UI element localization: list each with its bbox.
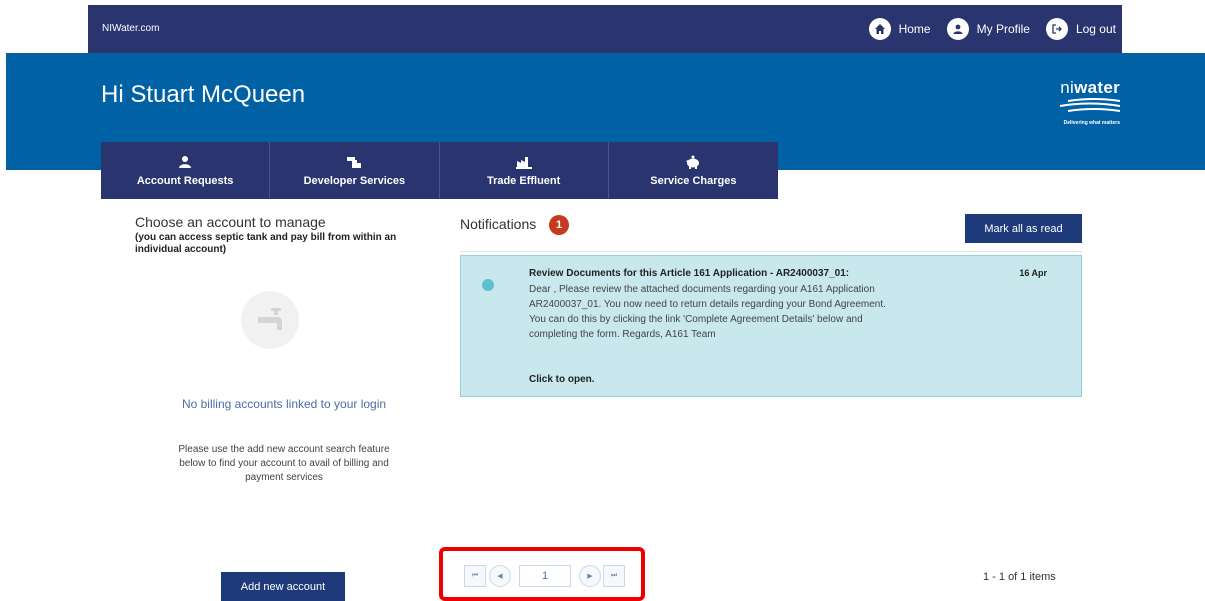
notifications-list: Review Documents for this Article 161 Ap… [460, 251, 1082, 594]
logout-label: Log out [1075, 22, 1116, 36]
no-accounts-message: No billing accounts linked to your login [181, 397, 387, 411]
logout-icon [1045, 18, 1068, 40]
services-nav: Account Requests Developer Services Trad… [101, 142, 778, 199]
pagination-summary: 1 - 1 of 1 items [983, 571, 1056, 583]
tab-trade-effluent-label: Trade Effluent [486, 174, 561, 187]
tap-icon [258, 308, 282, 330]
top-nav: Home My Profile Log out [868, 5, 1122, 53]
tab-account-requests-label: Account Requests [136, 174, 234, 187]
my-profile-label: My Profile [976, 22, 1030, 36]
pipe-icon [347, 156, 362, 168]
site-link[interactable]: NIWater.com [102, 5, 159, 53]
accounts-subtitle: (you can access septic tank and pay bill… [135, 232, 397, 255]
add-new-account-button[interactable]: Add new account [221, 572, 345, 601]
notification-open-link[interactable]: Click to open. [529, 374, 595, 385]
pagination-highlight-box [439, 547, 645, 601]
empty-accounts-graphic [241, 291, 299, 349]
niwater-logo[interactable]: niwater Delivering what matters [1040, 78, 1121, 126]
logo-waves-icon [1059, 98, 1121, 112]
top-bar: NIWater.com Home My Profile Log out [88, 5, 1122, 53]
tab-service-charges[interactable]: Service Charges [609, 142, 778, 199]
user-icon [179, 155, 192, 168]
tab-service-charges-label: Service Charges [650, 174, 737, 187]
notification-item[interactable]: Review Documents for this Article 161 Ap… [460, 255, 1082, 397]
home-link-label: Home [898, 22, 931, 36]
notification-body: Dear , Please review the attached docume… [529, 284, 886, 340]
notifications-count-badge: 1 [549, 215, 569, 235]
logo-wordmark: niwater [1060, 78, 1120, 97]
no-accounts-hint: Please use the add new account search fe… [178, 444, 390, 483]
greeting: Hi Stuart McQueen [101, 81, 306, 108]
my-profile-link[interactable]: My Profile [946, 18, 1030, 40]
notification-heading: Review Documents for this Article 161 Ap… [529, 268, 850, 279]
factory-icon [515, 156, 532, 169]
piggy-bank-icon [686, 155, 700, 169]
tab-trade-effluent[interactable]: Trade Effluent [440, 142, 609, 199]
notification-date: 16 Apr [1019, 268, 1047, 278]
home-link[interactable]: Home [868, 18, 931, 40]
tab-developer-services-label: Developer Services [303, 174, 406, 187]
tab-account-requests[interactable]: Account Requests [101, 142, 271, 199]
logo-tagline: Delivering what matters [1063, 120, 1120, 126]
home-icon [868, 18, 891, 40]
user-icon [946, 18, 969, 40]
tab-developer-services[interactable]: Developer Services [270, 142, 440, 199]
logout-link[interactable]: Log out [1045, 18, 1116, 40]
mark-all-read-button[interactable]: Mark all as read [965, 214, 1082, 243]
unread-indicator-icon [482, 279, 494, 291]
accounts-title: Choose an account to manage [135, 214, 326, 230]
notifications-title: Notifications [460, 216, 537, 232]
